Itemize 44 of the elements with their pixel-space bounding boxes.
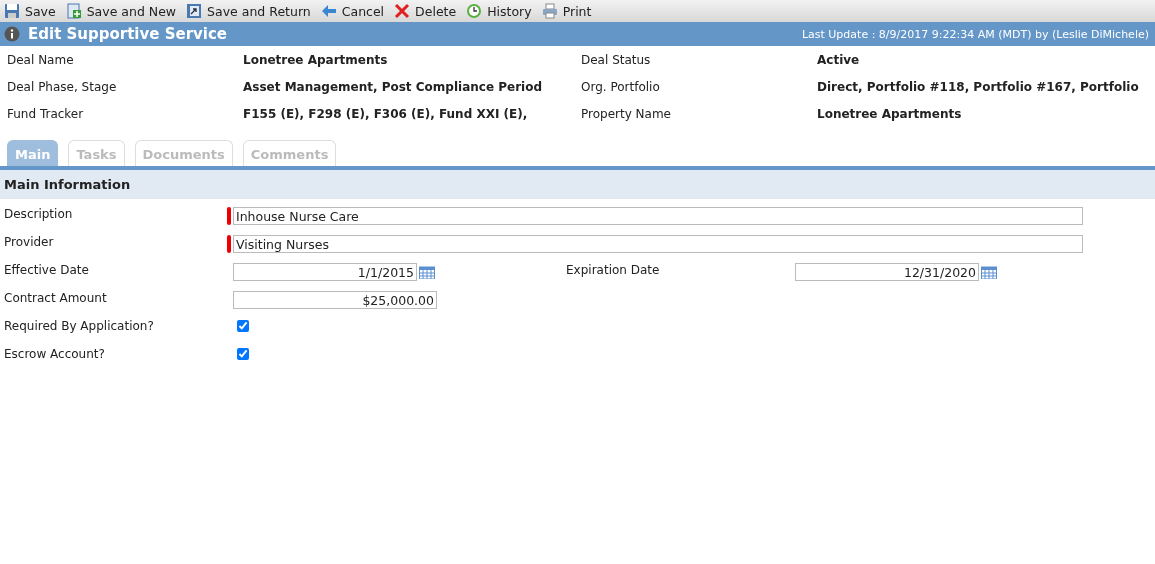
- field-label: Provider: [4, 234, 55, 251]
- date-field[interactable]: 1/1/2015: [233, 263, 417, 281]
- checkbox[interactable]: [237, 320, 249, 332]
- field-label: Description: [4, 206, 74, 223]
- field-value: Lonetree Apartments: [243, 52, 389, 69]
- x-icon: [394, 3, 411, 19]
- field-label: Fund Tracker: [7, 106, 85, 123]
- field-value: Lonetree Apartments: [817, 106, 963, 123]
- field-value: Direct, Portfolio #118, Portfolio #167, Portfolio: [817, 79, 1140, 96]
- input-field[interactable]: Inhouse Nurse Care: [233, 207, 1083, 225]
- left-arrow-icon: [320, 3, 337, 19]
- field-label: Contract Amount: [4, 290, 108, 307]
- printer-icon: [541, 3, 558, 19]
- field-label: Deal Phase, Stage: [7, 79, 118, 96]
- field-label: Escrow Account?: [4, 346, 106, 363]
- last-update-text: Last Update : 8/9/2017 9:22:34 AM (MDT) by (Leslie DiMichele): [801, 27, 1149, 41]
- document-plus-icon: [65, 3, 82, 19]
- field-label: Deal Name: [7, 52, 75, 69]
- field-label: Property Name: [581, 106, 672, 123]
- field-label: Required By Application?: [4, 318, 155, 335]
- page-title: Edit Supportive Service: [28, 25, 229, 43]
- field-label: Org. Portfolio: [581, 79, 661, 96]
- toolbar-button[interactable]: Save: [4, 3, 56, 19]
- field-label: Deal Status: [581, 52, 652, 69]
- toolbar-button[interactable]: Delete: [394, 3, 457, 19]
- calendar-icon[interactable]: [419, 265, 435, 279]
- section-header: Main Information: [0, 170, 1155, 199]
- field-label: Effective Date: [4, 262, 90, 279]
- toolbar-button[interactable]: Save and Return: [186, 3, 311, 19]
- info-icon: [4, 26, 20, 42]
- field-label: Expiration Date: [566, 262, 661, 279]
- clock-icon: [466, 3, 483, 19]
- checkbox[interactable]: [237, 348, 249, 360]
- date-field[interactable]: 12/31/2020: [795, 263, 979, 281]
- input-field[interactable]: $25,000.00: [233, 291, 437, 309]
- toolbar-button[interactable]: Print: [541, 3, 592, 19]
- field-value: Asset Management, Post Compliance Period: [243, 79, 544, 96]
- calendar-icon[interactable]: [981, 265, 997, 279]
- input-field[interactable]: Visiting Nurses: [233, 235, 1083, 253]
- field-value: Active: [817, 52, 861, 69]
- field-value: F155 (E), F298 (E), F306 (E), Fund XXI (E),: [243, 106, 529, 123]
- toolbar-button[interactable]: Save and New: [65, 3, 177, 19]
- toolbar-button[interactable]: Cancel: [320, 3, 385, 19]
- toolbar-button[interactable]: History: [466, 3, 532, 19]
